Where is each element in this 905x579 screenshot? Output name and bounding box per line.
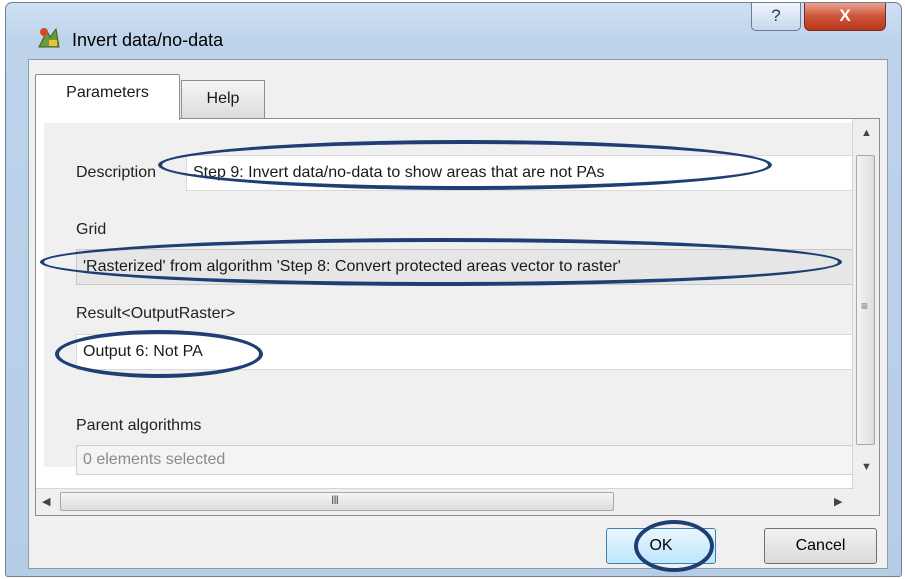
dialog-client-area: Parameters Help Description Step 9: Inve…	[28, 59, 888, 569]
close-button[interactable]: X	[804, 3, 886, 31]
grip-icon: ≡	[861, 299, 869, 313]
vertical-scrollbar[interactable]: ▲ ≡ ▼	[852, 119, 879, 515]
vertical-scroll-thumb[interactable]: ≡	[856, 155, 875, 445]
result-output-field[interactable]: Output 6: Not PA	[76, 334, 858, 370]
scroll-up-icon[interactable]: ▲	[861, 127, 872, 139]
description-field[interactable]: Step 9: Invert data/no-data to show area…	[186, 155, 858, 191]
window-title: Invert data/no-data	[72, 30, 224, 50]
horizontal-scroll-thumb[interactable]: III	[60, 492, 614, 511]
parameters-panel: Description Step 9: Invert data/no-data …	[35, 118, 880, 516]
ok-button[interactable]: OK	[606, 528, 716, 564]
parent-algorithms-label: Parent algorithms	[76, 417, 202, 434]
parent-algorithms-select[interactable]: 0 elements selected	[76, 445, 858, 475]
scroll-right-icon[interactable]: ▶	[834, 495, 842, 508]
horizontal-scrollbar[interactable]: ◀ III ▶	[36, 488, 854, 515]
parameters-scroll-area: Description Step 9: Invert data/no-data …	[44, 123, 862, 475]
dialog-window: Invert data/no-data ? X Parameters Help …	[5, 2, 902, 577]
tab-parameters[interactable]: Parameters	[35, 74, 180, 120]
grip-icon: III	[331, 493, 339, 507]
qgis-processing-icon	[38, 27, 60, 48]
tab-help[interactable]: Help	[181, 80, 265, 118]
grid-label: Grid	[76, 221, 107, 238]
result-label: Result<OutputRaster>	[76, 305, 236, 322]
context-help-button[interactable]: ?	[751, 3, 801, 31]
cancel-button[interactable]: Cancel	[764, 528, 877, 564]
description-label: Description	[76, 164, 157, 181]
scroll-down-icon[interactable]: ▼	[861, 461, 872, 473]
grid-select[interactable]: 'Rasterized' from algorithm 'Step 8: Con…	[76, 249, 858, 285]
scroll-left-icon[interactable]: ◀	[42, 495, 50, 508]
